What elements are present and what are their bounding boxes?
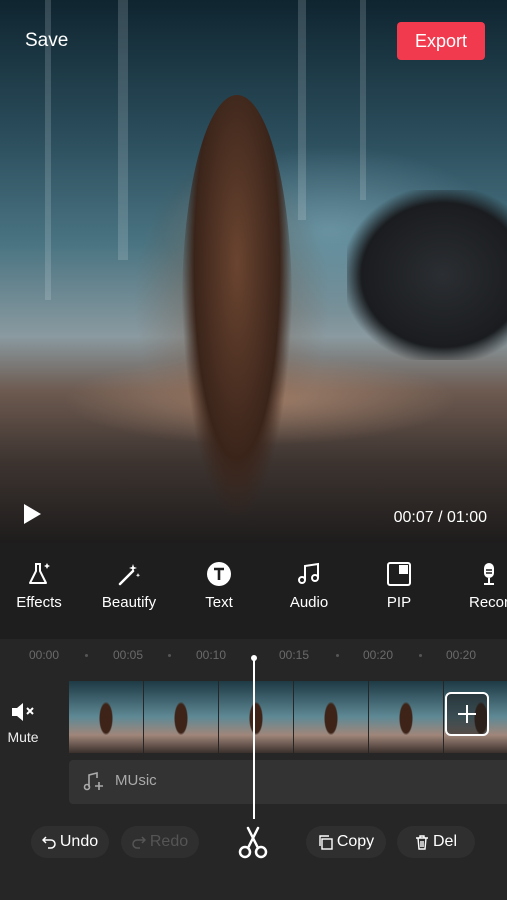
- clip-frame: [369, 681, 443, 753]
- delete-label: Del: [432, 833, 457, 850]
- redo-icon: [132, 836, 146, 849]
- save-button[interactable]: Save: [25, 30, 68, 52]
- mute-toggle[interactable]: Mute: [0, 701, 46, 745]
- export-button[interactable]: Export: [397, 22, 485, 60]
- tool-record[interactable]: Recor: [447, 561, 507, 611]
- ruler-tick: 00:00: [28, 648, 60, 662]
- ruler-dot: [168, 654, 171, 657]
- split-scissors-icon[interactable]: [235, 825, 271, 861]
- add-clip-button[interactable]: [445, 692, 489, 736]
- undo-label: Undo: [59, 833, 99, 850]
- ruler-tick: 00:10: [195, 648, 227, 662]
- music-note-icon: [298, 562, 319, 584]
- waterfall-streak: [118, 0, 128, 260]
- tool-label: PIP: [386, 594, 412, 611]
- tool-label: Effects: [16, 594, 62, 611]
- tool-label: Text: [205, 594, 233, 611]
- tool-label: Recor: [468, 594, 507, 611]
- copy-icon: [319, 834, 333, 850]
- tool-effects[interactable]: Effects: [0, 561, 81, 611]
- mute-label: Mute: [7, 729, 39, 745]
- clip-frame: [69, 681, 143, 753]
- playback-timecode: 00:07 / 01:00: [393, 509, 487, 526]
- playhead[interactable]: [253, 659, 255, 819]
- trash-icon: [415, 834, 428, 850]
- speaker-mute-icon: [12, 703, 34, 721]
- pip-icon: [387, 562, 411, 586]
- tool-label: Audio: [289, 594, 329, 611]
- clip-frame: [219, 681, 293, 753]
- ruler-dot: [85, 654, 88, 657]
- ruler-tick: 00:05: [112, 648, 144, 662]
- undo-button[interactable]: Undo: [31, 826, 109, 858]
- music-track-label: MUsic: [115, 772, 157, 789]
- video-preview[interactable]: Save Export 00:07 / 01:00: [0, 0, 507, 543]
- undo-icon: [41, 836, 56, 849]
- tool-label: Beautify: [101, 594, 157, 611]
- ruler-tick: 00:15: [278, 648, 310, 662]
- waterfall-streak: [298, 0, 306, 220]
- ruler-tick: 00:20: [362, 648, 394, 662]
- ruler-dot: [419, 654, 422, 657]
- ruler-dot: [336, 654, 339, 657]
- waterfall-streak: [360, 0, 366, 200]
- ruler-tick: 00:20: [445, 648, 477, 662]
- copy-label: Copy: [336, 833, 375, 850]
- add-music-icon: [83, 772, 103, 791]
- redo-button[interactable]: Redo: [121, 826, 199, 858]
- text-t-icon: [207, 562, 231, 586]
- delete-button[interactable]: Del: [397, 826, 475, 858]
- timeline-panel: 00:00 00:05 00:10 00:15 00:20 00:20 Mute…: [0, 639, 507, 900]
- tool-text[interactable]: Text: [177, 561, 261, 611]
- play-icon[interactable]: [20, 502, 44, 526]
- person-silhouette: [182, 95, 292, 515]
- music-track[interactable]: MUsic: [69, 760, 507, 804]
- magic-wand-icon: [118, 564, 141, 586]
- copy-button[interactable]: Copy: [306, 826, 386, 858]
- microphone-icon: [484, 563, 494, 585]
- tool-bar: Effects Beautify Text Audio PIP Recor: [0, 543, 507, 639]
- tool-audio[interactable]: Audio: [267, 561, 351, 611]
- rock-shape: [347, 190, 507, 360]
- redo-label: Redo: [149, 833, 189, 850]
- clip-frame: [144, 681, 218, 753]
- flask-sparkle-icon: [29, 563, 50, 584]
- clip-frame: [294, 681, 368, 753]
- video-clip-track[interactable]: [69, 681, 507, 753]
- tool-beautify[interactable]: Beautify: [87, 561, 171, 611]
- tool-pip[interactable]: PIP: [357, 561, 441, 611]
